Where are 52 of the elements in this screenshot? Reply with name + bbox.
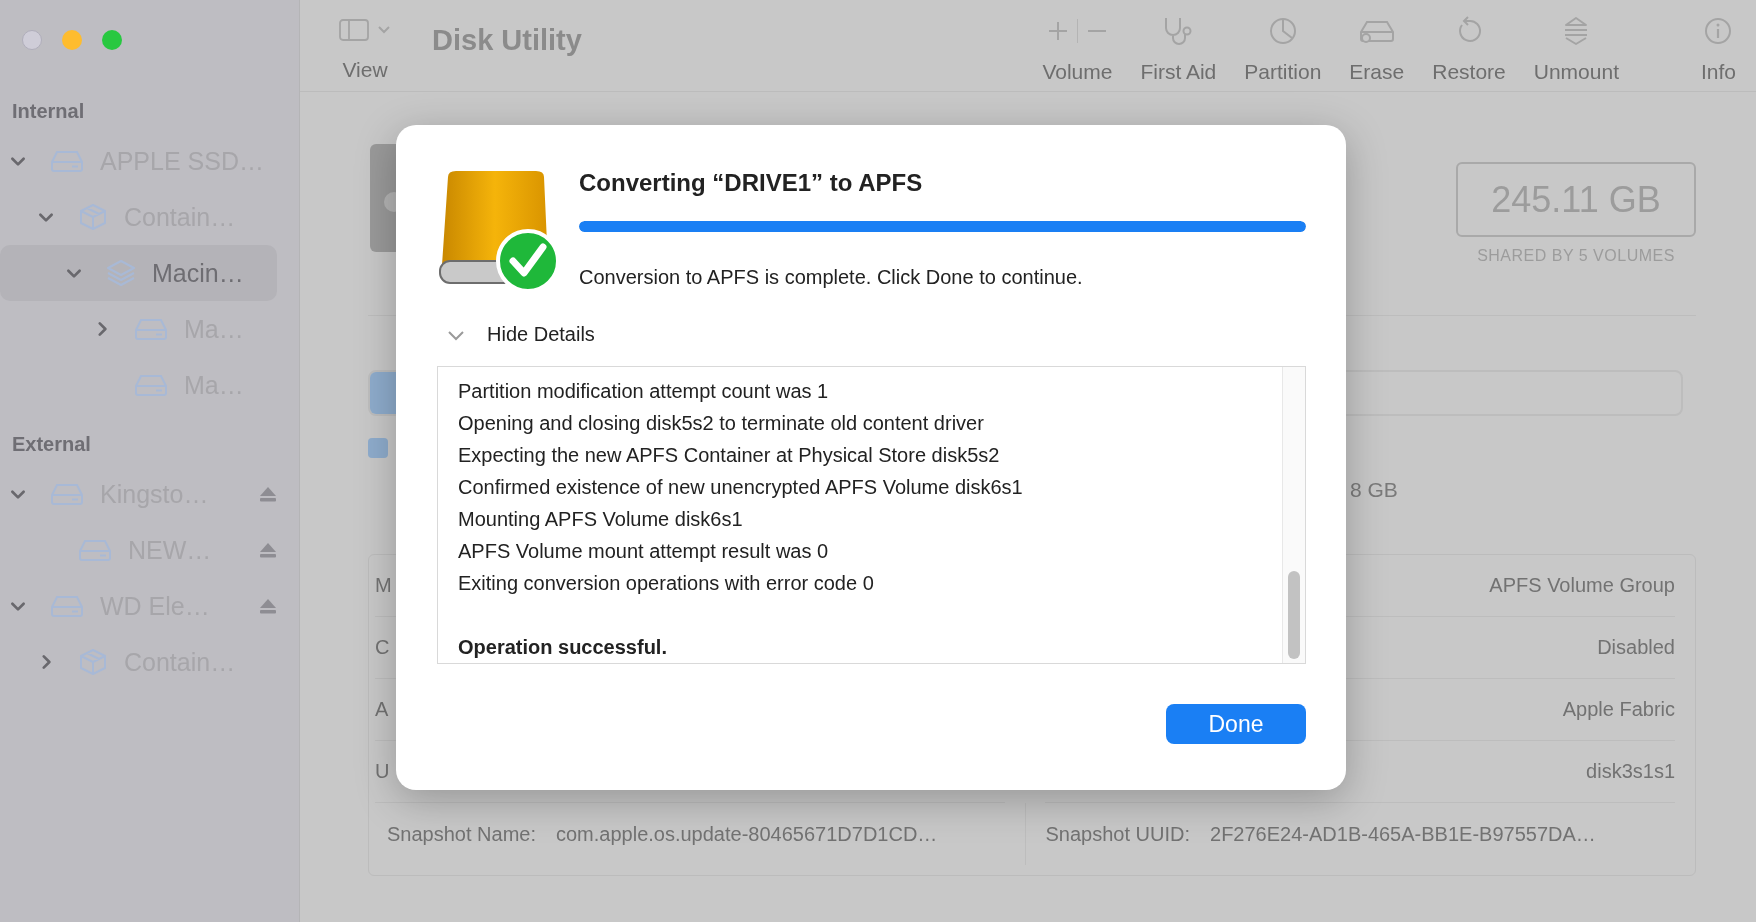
eject-icon[interactable] <box>259 598 277 614</box>
info-label: M <box>375 574 392 597</box>
info-value: disk3s1s1 <box>1586 760 1675 783</box>
info-label: A <box>375 698 389 721</box>
view-label: View <box>342 58 388 82</box>
log-line: Mounting APFS Volume disk6s1 <box>458 507 744 532</box>
info-icon[interactable] <box>1704 17 1733 45</box>
zoom-window-icon[interactable] <box>102 30 122 50</box>
usage-size: 8 GB <box>1350 478 1399 502</box>
info-value: APFS Volume Group <box>1489 574 1675 597</box>
status-message: Conversion to APFS is complete. Click Done to continue. <box>579 266 1084 289</box>
pie-chart-icon[interactable] <box>1267 16 1298 46</box>
toolbar-label: Volume <box>1042 60 1113 84</box>
details-toggle[interactable]: Hide Details <box>447 323 595 346</box>
sidebar-item[interactable]: Macin… <box>0 245 277 301</box>
info-value: Disabled <box>1597 636 1675 659</box>
caret-icon[interactable] <box>377 25 391 35</box>
info-label: Snapshot UUID: <box>1045 822 1190 846</box>
log-result: Operation successful. <box>458 635 668 660</box>
section-heading: External <box>11 432 92 457</box>
done-button[interactable]: Done <box>1166 704 1306 744</box>
info-label: Snapshot Name: <box>387 822 536 846</box>
info-value: 2F276E24-AD1B-465A-BB1E-B97557DA… <box>1210 822 1596 846</box>
close-window-icon[interactable] <box>22 30 42 50</box>
sidebar-toggle-icon[interactable] <box>339 19 369 41</box>
minimize-window-icon[interactable] <box>62 30 82 50</box>
toolbar-label: Restore <box>1432 60 1506 84</box>
window-title: Disk Utility <box>432 24 582 57</box>
log-line: Confirmed existence of new unencrypted APFS Volume disk6s1 <box>458 475 1024 500</box>
eject-icon[interactable] <box>259 486 277 502</box>
log-line: APFS Volume mount attempt result was 0 <box>458 539 830 564</box>
toolbar-label: First Aid <box>1140 60 1217 84</box>
log-line: Opening and closing disk5s2 to terminate old content driver <box>458 411 985 436</box>
dialog-title: Converting “DRIVE1” to APFS <box>579 169 924 197</box>
toolbar-label: Partition <box>1244 60 1322 84</box>
log-line: Expecting the new APFS Container at Physical Store disk5s2 <box>458 443 1001 468</box>
info-value: Apple Fabric <box>1562 698 1675 721</box>
layers-icon <box>106 259 136 287</box>
legend-swatch <box>368 438 388 458</box>
info-label: U <box>375 760 390 783</box>
item-label: Macin… <box>152 258 244 288</box>
toolbar-label: Erase <box>1349 60 1405 84</box>
toolbar-label: Unmount <box>1533 60 1619 84</box>
toolbar-label: Info <box>1700 60 1736 84</box>
section-heading: Internal <box>11 99 86 124</box>
info-label: C <box>375 636 390 659</box>
log-line: Exiting conversion operations with error code 0 <box>458 571 875 596</box>
info-value: com.apple.os.update-80465671D7D1CD… <box>556 822 938 846</box>
add-icon[interactable] <box>1046 20 1069 42</box>
log-line: Partition modification attempt count was 1 <box>458 379 830 404</box>
scrollbar-thumb[interactable] <box>1288 571 1300 659</box>
eject-icon[interactable] <box>259 542 277 558</box>
